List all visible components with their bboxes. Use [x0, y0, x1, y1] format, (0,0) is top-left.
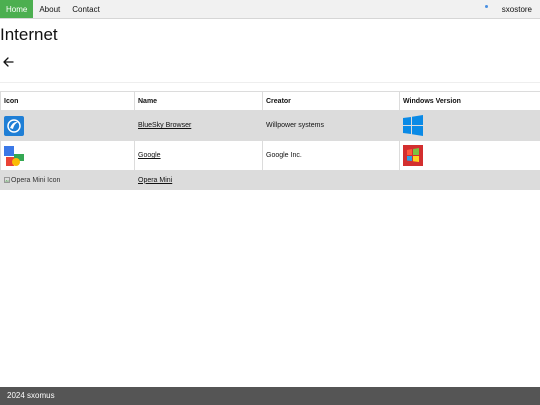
- name-cell: Google: [134, 140, 263, 171]
- opera-mini-icon-alt: Opera Mini Icon: [11, 176, 61, 184]
- footer: 2024 sxomus: [0, 387, 540, 405]
- creator-cell: Google Inc.: [262, 140, 400, 171]
- back-arrow-icon[interactable]: [2, 56, 14, 68]
- divider: [0, 82, 540, 83]
- windows-modern-logo-icon: [403, 115, 423, 136]
- header-name: Name: [134, 91, 263, 111]
- nav-store[interactable]: sxostore: [502, 5, 540, 14]
- header-windows-version: Windows Version: [399, 91, 540, 111]
- app-link[interactable]: BlueSky Browser: [138, 122, 191, 129]
- table-header-row: Icon Name Creator Windows Version: [0, 91, 540, 111]
- nav-contact[interactable]: Contact: [66, 0, 106, 18]
- windows-version-cell: [399, 110, 540, 141]
- name-cell: Opera Mini: [134, 170, 263, 190]
- windows-classic-logo-icon: [403, 145, 423, 166]
- header-icon: Icon: [0, 91, 135, 111]
- table-row: BlueSky Browser Willpower systems: [0, 110, 540, 141]
- nav-about[interactable]: About: [33, 0, 66, 18]
- top-navbar: Home About Contact sxostore: [0, 0, 540, 19]
- app-link[interactable]: Opera Mini: [138, 177, 172, 184]
- page-title: Internet: [0, 25, 58, 44]
- image-placeholder-icon: [4, 177, 10, 183]
- creator-cell: Willpower systems: [262, 110, 400, 141]
- icon-cell: [0, 140, 135, 171]
- bluesky-browser-icon: [4, 115, 24, 136]
- apps-table: Icon Name Creator Windows Version BlueSk…: [0, 91, 540, 190]
- broken-image-icon: Opera Mini Icon: [4, 177, 131, 184]
- table-row: Opera Mini Icon Opera Mini: [0, 170, 540, 190]
- app-link[interactable]: Google: [138, 152, 161, 159]
- icon-cell: [0, 110, 135, 141]
- creator-cell: [262, 170, 400, 190]
- nav-right: sxostore: [484, 0, 540, 18]
- google-icon: [4, 145, 24, 166]
- header-creator: Creator: [262, 91, 400, 111]
- table-row: Google Google Inc.: [0, 140, 540, 171]
- notification-dot-icon: [484, 4, 488, 8]
- icon-cell: Opera Mini Icon: [0, 170, 135, 190]
- nav-home[interactable]: Home: [0, 0, 34, 18]
- windows-version-cell: [399, 170, 540, 190]
- windows-version-cell: [399, 140, 540, 171]
- name-cell: BlueSky Browser: [134, 110, 263, 141]
